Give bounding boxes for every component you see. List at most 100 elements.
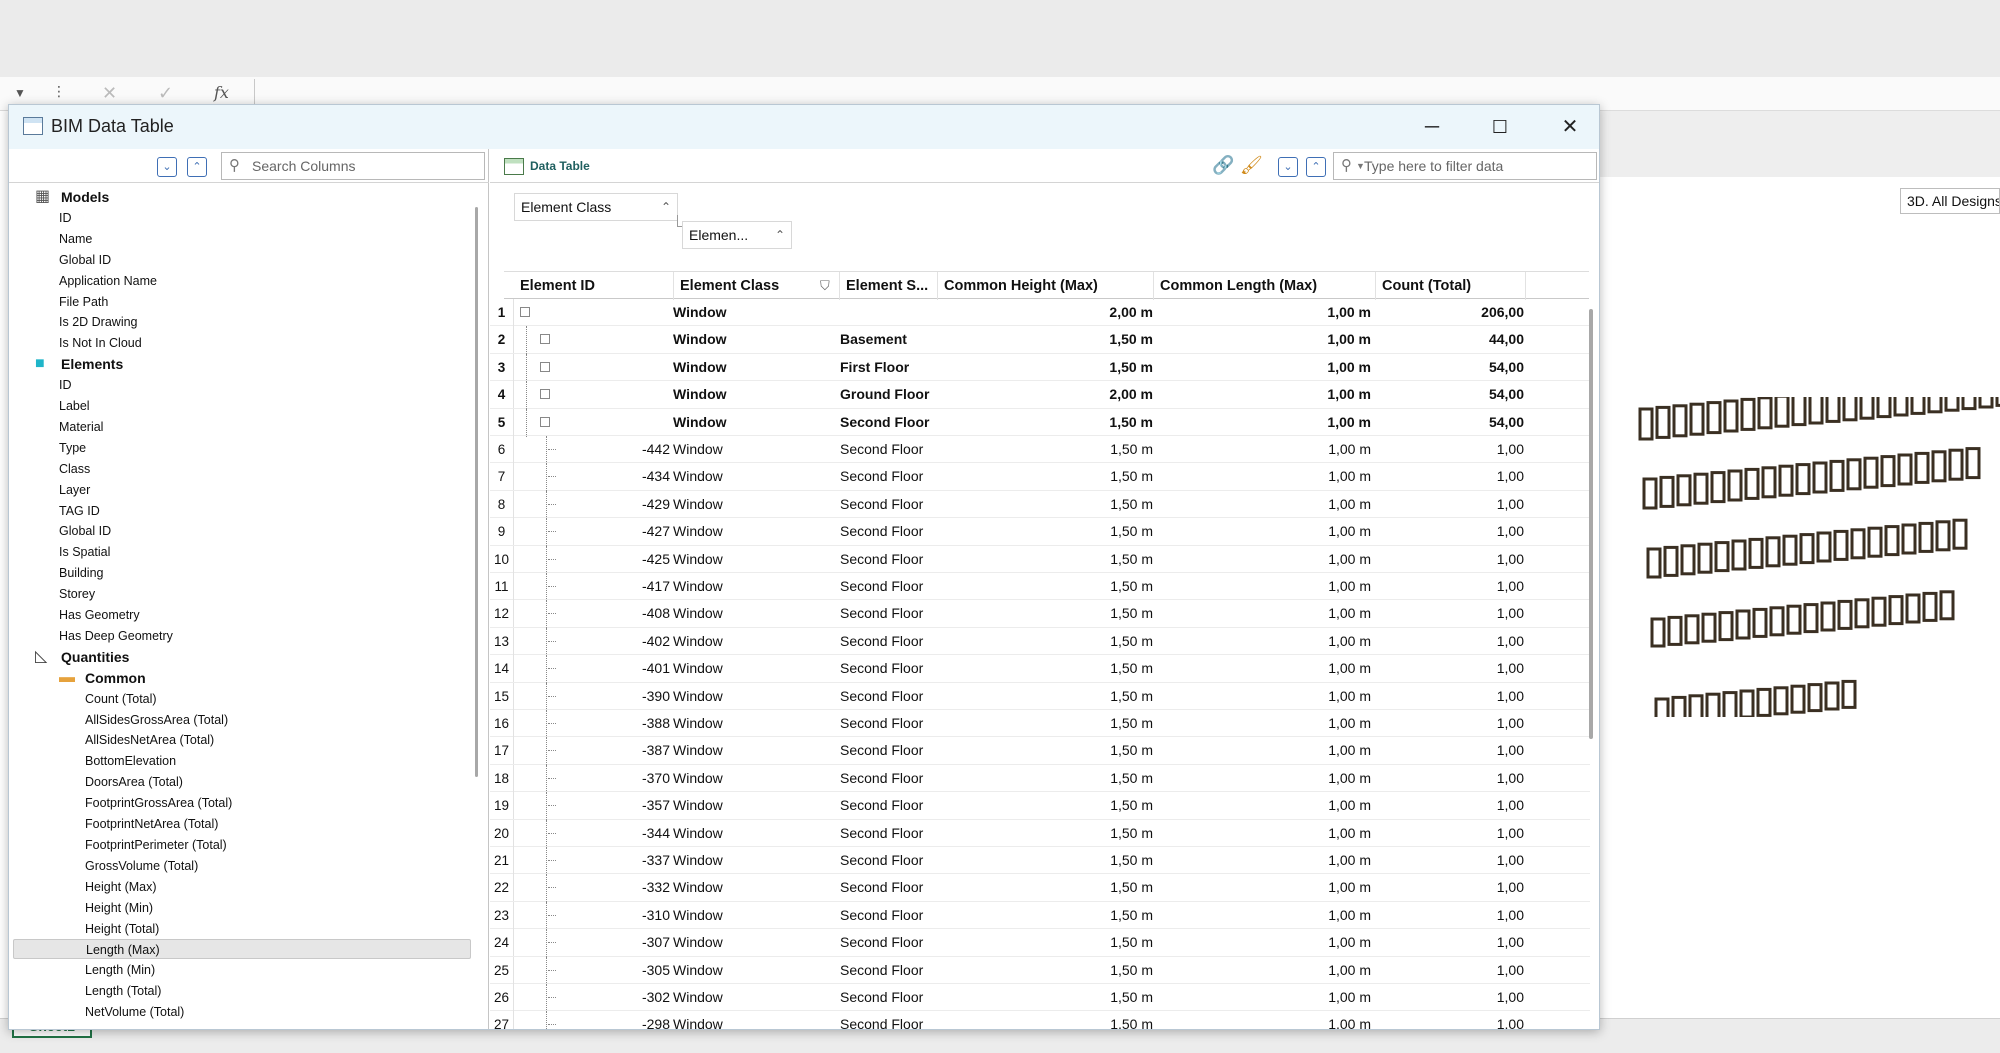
- cell-id[interactable]: -332: [514, 874, 670, 901]
- expand-rows-icon[interactable]: ⌄: [1278, 157, 1298, 177]
- cell-c[interactable]: 1,00: [1376, 600, 1524, 627]
- cell-storey[interactable]: Second Floor: [840, 902, 940, 929]
- tree-item[interactable]: AllSidesNetArea (Total): [85, 730, 214, 750]
- cell-c[interactable]: 1,00: [1376, 518, 1524, 545]
- cell-h[interactable]: 1,50 m: [938, 984, 1153, 1011]
- cell-c[interactable]: 54,00: [1376, 409, 1524, 436]
- cell-cls[interactable]: Window: [673, 765, 833, 792]
- table-row[interactable]: 14 -401 Window Second Floor 1,50 m 1,00 m 1,00: [490, 655, 1590, 684]
- cell-h[interactable]: 1,50 m: [938, 820, 1153, 847]
- tree-item[interactable]: Class: [59, 459, 90, 479]
- cell-l[interactable]: 1,00 m: [1154, 929, 1371, 956]
- table-row[interactable]: 7 -434 Window Second Floor 1,50 m 1,00 m 1,00: [490, 463, 1590, 492]
- cell-cls[interactable]: Window: [673, 957, 833, 984]
- table-row[interactable]: 1 Window 2,00 m 1,00 m 206,00: [490, 299, 1590, 327]
- column-header-element-class[interactable]: Element Class: [674, 272, 840, 300]
- cell-id[interactable]: -387: [514, 737, 670, 764]
- close-button[interactable]: ✕: [1547, 111, 1593, 143]
- cell-cls[interactable]: Window: [673, 354, 833, 381]
- cell-c[interactable]: 1,00: [1376, 984, 1524, 1011]
- cell-h[interactable]: 2,00 m: [938, 381, 1153, 408]
- cell-id[interactable]: -390: [514, 683, 670, 710]
- tree-item[interactable]: Is Spatial: [59, 542, 110, 562]
- cell-c[interactable]: 1,00: [1376, 491, 1524, 518]
- cell-id[interactable]: -408: [514, 600, 670, 627]
- cell-storey[interactable]: Basement: [840, 326, 940, 353]
- tree-item[interactable]: AllSidesGrossArea (Total): [85, 710, 228, 730]
- tree-item[interactable]: FootprintPerimeter (Total): [85, 835, 227, 855]
- tree-item[interactable]: ID: [59, 208, 72, 228]
- cell-h[interactable]: 1,50 m: [938, 600, 1153, 627]
- cell-c[interactable]: 1,00: [1376, 902, 1524, 929]
- cell-l[interactable]: 1,00 m: [1154, 847, 1371, 874]
- cell-cls[interactable]: Window: [673, 628, 833, 655]
- cell-storey[interactable]: Second Floor: [840, 847, 940, 874]
- cell-c[interactable]: 1,00: [1376, 463, 1524, 490]
- cell-l[interactable]: 1,00 m: [1154, 1011, 1371, 1029]
- tree-item[interactable]: Is Not In Cloud: [59, 333, 142, 353]
- tree-item[interactable]: Building: [59, 563, 103, 583]
- cell-storey[interactable]: Second Floor: [840, 984, 940, 1011]
- view-selector[interactable]: 3D. All Designs: [1900, 188, 2000, 214]
- cell-l[interactable]: 1,00 m: [1154, 491, 1371, 518]
- cell-storey[interactable]: Second Floor: [840, 600, 940, 627]
- cell-l[interactable]: 1,00 m: [1154, 381, 1371, 408]
- table-row[interactable]: 5 Window Second Floor 1,50 m 1,00 m 54,00: [490, 408, 1590, 437]
- cell-id[interactable]: -429: [514, 491, 670, 518]
- brush-icon[interactable]: 🖌: [1240, 155, 1263, 176]
- cell-l[interactable]: 1,00 m: [1154, 326, 1371, 353]
- cell-storey[interactable]: [840, 299, 940, 326]
- cell-l[interactable]: 1,00 m: [1154, 820, 1371, 847]
- cell-cls[interactable]: Window: [673, 409, 833, 436]
- table-row[interactable]: 16 -388 Window Second Floor 1,50 m 1,00 m 1,00: [490, 710, 1590, 738]
- tree-item[interactable]: Has Deep Geometry: [59, 626, 173, 646]
- chevrons-up-icon[interactable]: ⌃: [187, 157, 207, 177]
- table-row[interactable]: 3 Window First Floor 1,50 m 1,00 m 54,00: [490, 353, 1590, 382]
- cell-l[interactable]: 1,00 m: [1154, 354, 1371, 381]
- search-columns-input[interactable]: ⚲ Search Columns: [221, 152, 485, 180]
- cell-h[interactable]: 1,50 m: [938, 874, 1153, 901]
- tree-item[interactable]: Length (Max): [13, 939, 471, 960]
- tree-item[interactable]: File Path: [59, 292, 108, 312]
- cell-c[interactable]: 1,00: [1376, 765, 1524, 792]
- tree-item[interactable]: ID: [59, 375, 72, 395]
- cell-h[interactable]: 1,50 m: [938, 655, 1153, 682]
- cell-c[interactable]: 1,00: [1376, 737, 1524, 764]
- cell-cls[interactable]: Window: [673, 984, 833, 1011]
- cell-storey[interactable]: Second Floor: [840, 957, 940, 984]
- cell-id[interactable]: -357: [514, 792, 670, 819]
- tree-item[interactable]: TAG ID: [59, 501, 100, 521]
- minimize-button[interactable]: ─: [1409, 111, 1455, 143]
- cell-l[interactable]: 1,00 m: [1154, 600, 1371, 627]
- cell-h[interactable]: 1,50 m: [938, 463, 1153, 490]
- 3d-viewer[interactable]: [1600, 177, 2000, 1027]
- cell-l[interactable]: 1,00 m: [1154, 984, 1371, 1011]
- cell-c[interactable]: 206,00: [1376, 299, 1524, 326]
- cell-h[interactable]: 1,50 m: [938, 1011, 1153, 1029]
- cell-cls[interactable]: Window: [673, 847, 833, 874]
- cell-c[interactable]: 1,00: [1376, 874, 1524, 901]
- table-row[interactable]: 2 Window Basement 1,50 m 1,00 m 44,00: [490, 326, 1590, 355]
- cell-id[interactable]: [514, 354, 670, 381]
- cell-id[interactable]: -417: [514, 573, 670, 600]
- cell-id[interactable]: -344: [514, 820, 670, 847]
- cell-c[interactable]: 1,00: [1376, 929, 1524, 956]
- tree-item[interactable]: Elements: [61, 354, 123, 374]
- cell-cls[interactable]: Window: [673, 874, 833, 901]
- cell-id[interactable]: -434: [514, 463, 670, 490]
- column-header-count-total[interactable]: Count (Total): [1376, 272, 1526, 300]
- cell-h[interactable]: 1,50 m: [938, 902, 1153, 929]
- cell-storey[interactable]: Second Floor: [840, 463, 940, 490]
- filter-icon[interactable]: ⛉: [820, 278, 830, 294]
- cell-id[interactable]: -310: [514, 902, 670, 929]
- tree-item[interactable]: DoorsArea (Total): [85, 772, 183, 792]
- table-row[interactable]: 4 Window Ground Floor 2,00 m 1,00 m 54,00: [490, 381, 1590, 410]
- tree-item[interactable]: FootprintNetArea (Total): [85, 814, 218, 834]
- cell-id[interactable]: [514, 381, 670, 408]
- cell-h[interactable]: 1,50 m: [938, 957, 1153, 984]
- tree-item[interactable]: Global ID: [59, 521, 111, 541]
- cell-cls[interactable]: Window: [673, 491, 833, 518]
- cell-cls[interactable]: Window: [673, 463, 833, 490]
- chevron-up-icon[interactable]: ⌃: [661, 194, 671, 220]
- cell-c[interactable]: 1,00: [1376, 683, 1524, 710]
